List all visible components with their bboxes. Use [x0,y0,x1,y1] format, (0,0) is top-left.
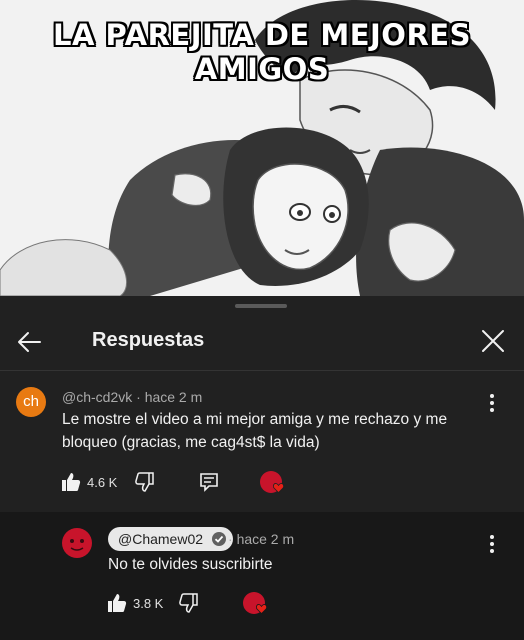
close-icon[interactable] [478,326,508,356]
author-handle-chip[interactable]: @Chamew02 [108,527,234,551]
avatar-face-icon [70,539,84,551]
heart-icon [273,483,284,493]
drag-handle[interactable] [235,304,287,308]
comment-time: hace 2 m [144,389,203,405]
replies-sheet: Respuestas ch @ch-cd2vk · hace 2 m Le mo… [0,296,524,640]
sheet-header: Respuestas [0,314,524,371]
comment: ch @ch-cd2vk · hace 2 m Le mostre el vid… [0,371,524,511]
comment-meta: @ch-cd2vk · hace 2 m [62,389,202,405]
like-icon[interactable] [106,592,128,614]
dislike-icon[interactable] [134,471,156,493]
back-arrow-icon[interactable] [14,326,46,358]
comment-actions: 3.8 K [106,592,306,616]
like-count: 3.8 K [133,596,164,611]
like-icon[interactable] [60,471,82,493]
comment-time: hace 2 m [236,531,295,547]
reply-comment: @Chamew02 · hace 2 m No te olvides suscr… [0,512,524,640]
comment-author[interactable]: @ch-cd2vk [62,389,132,405]
more-options-icon[interactable] [489,393,495,413]
comment-actions: 4.6 K [60,471,300,495]
meta-separator: · [136,389,145,405]
meme-image: LA PAREJITA DE MEJORES AMIGOS [0,0,524,296]
meme-caption: LA PAREJITA DE MEJORES AMIGOS [53,18,471,86]
comment-meta: · hace 2 m [228,531,294,547]
comment-text: No te olvides suscribirte [108,556,273,573]
like-count: 4.6 K [87,475,118,490]
dislike-icon[interactable] [178,592,200,614]
comment-text: Le mostre el video a mi mejor amiga y me… [62,411,448,451]
heart-icon [256,604,267,614]
more-options-icon[interactable] [489,534,495,554]
avatar[interactable]: ch [16,387,46,417]
avatar[interactable] [62,528,92,558]
comment-author: @Chamew02 [118,531,204,547]
sheet-title: Respuestas [92,329,205,351]
reply-icon[interactable] [198,471,220,493]
meta-separator: · [228,531,237,547]
verified-check-icon [212,532,227,546]
